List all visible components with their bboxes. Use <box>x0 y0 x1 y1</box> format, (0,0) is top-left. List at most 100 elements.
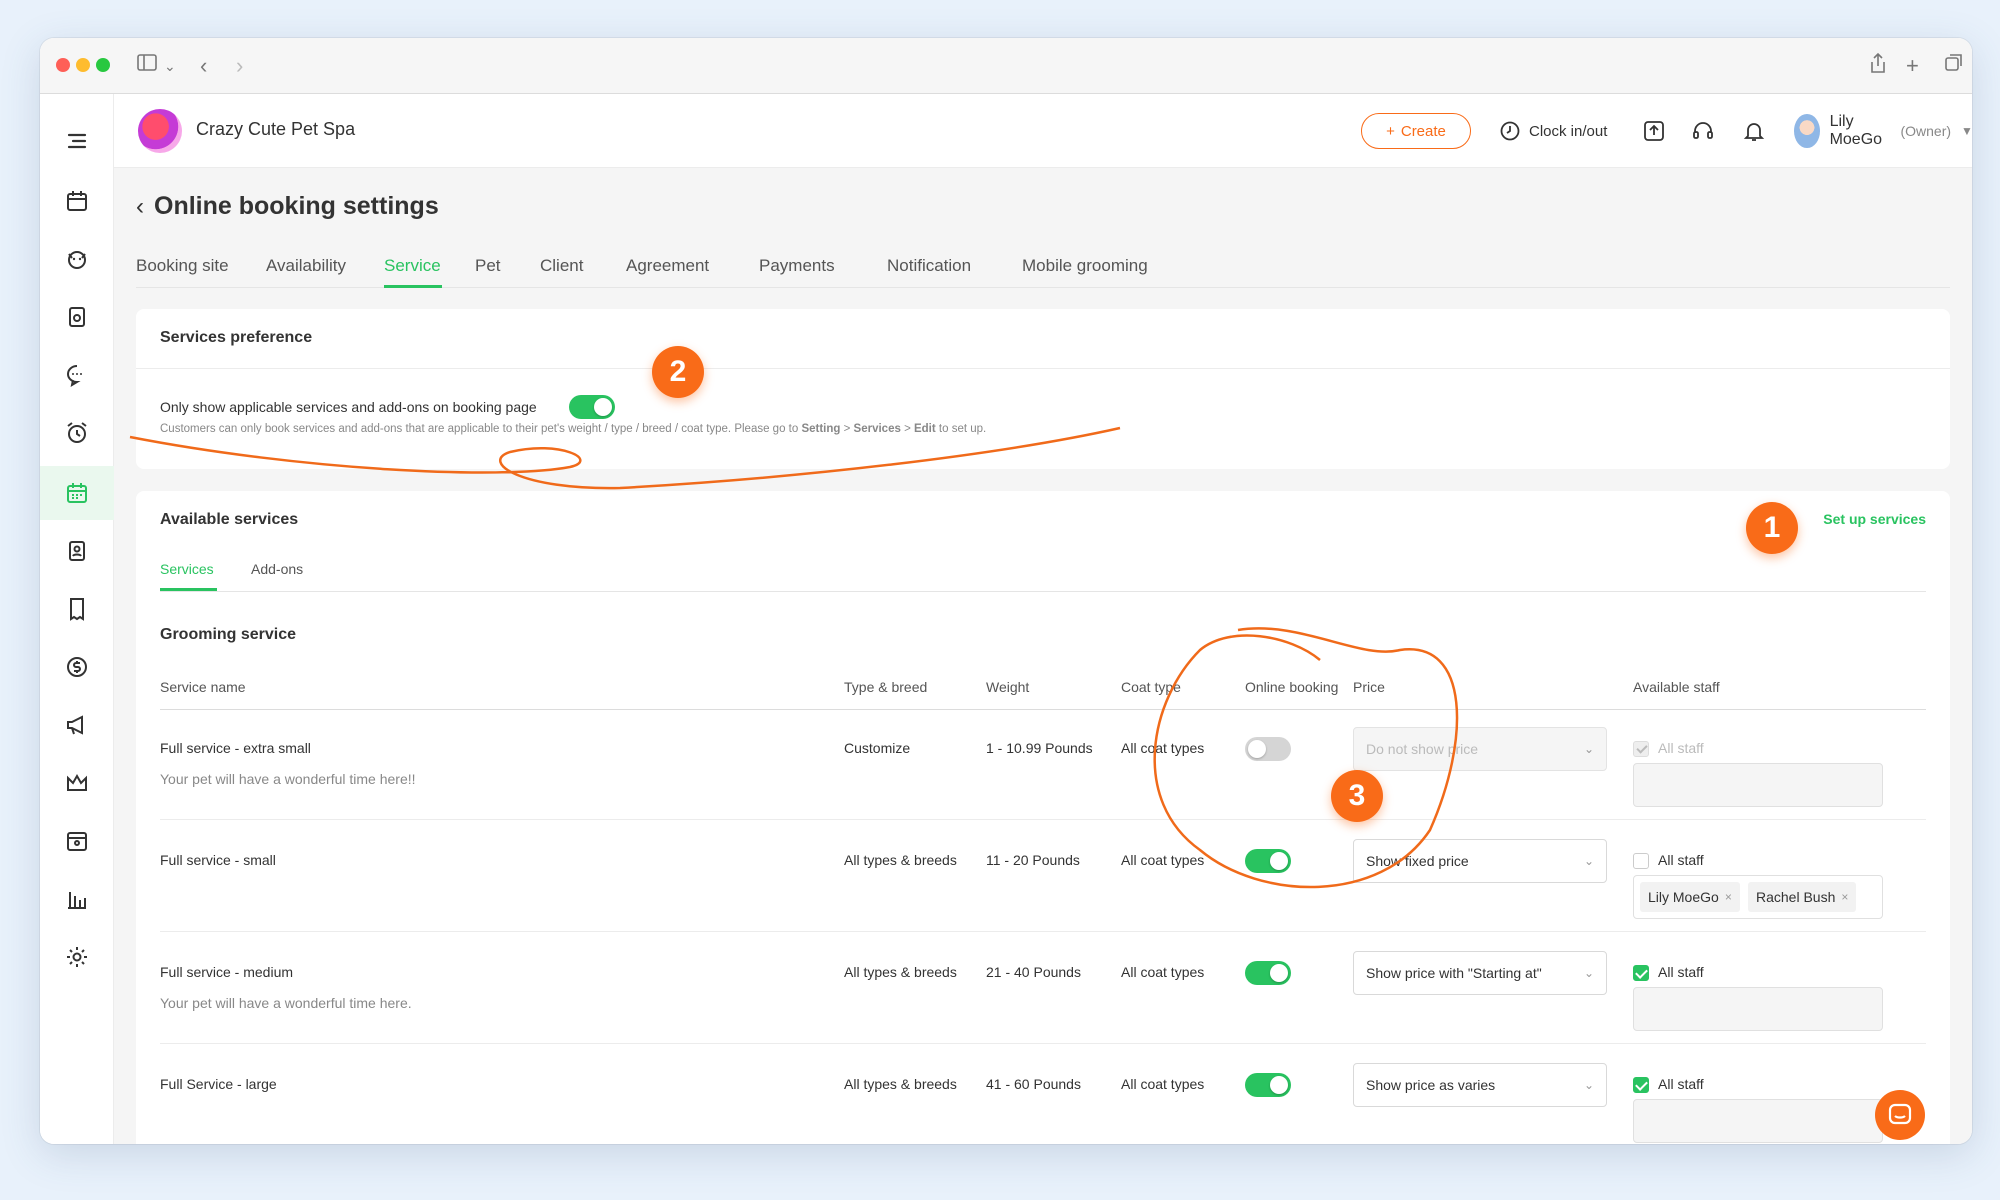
sidebar-item-store[interactable] <box>40 290 114 344</box>
col-price: Price <box>1353 679 1385 695</box>
price-display-select[interactable]: Show price with "Starting at" ⌄ <box>1353 951 1607 995</box>
clock-in-out-button[interactable]: Clock in/out <box>1499 120 1607 142</box>
col-coat-type: Coat type <box>1121 679 1181 695</box>
maximize-window-button[interactable] <box>96 58 110 72</box>
page-title: ‹ Online booking settings <box>136 192 439 221</box>
sidebar-item-online-booking[interactable] <box>40 466 114 520</box>
price-display-value: Do not show price <box>1366 741 1479 757</box>
app-sidebar <box>40 94 114 1144</box>
share-icon[interactable] <box>1868 52 1888 81</box>
subtab-add-ons[interactable]: Add-ons <box>251 561 303 577</box>
price-display-select[interactable]: Show price as varies ⌄ <box>1353 1063 1607 1107</box>
staff-select[interactable] <box>1633 1099 1883 1143</box>
user-menu[interactable]: Lily MoeGo (Owner) ▼ <box>1794 113 1972 149</box>
chevron-down-icon: ⌄ <box>1583 854 1594 868</box>
minimize-window-button[interactable] <box>76 58 90 72</box>
tab-booking-site[interactable]: Booking site <box>136 256 229 276</box>
service-name: Full service - small <box>160 852 276 868</box>
staff-tag[interactable]: Lily MoeGo × <box>1640 882 1740 912</box>
help-text-suffix: to set up. <box>935 423 987 435</box>
menu-icon[interactable] <box>40 114 114 168</box>
staff-select[interactable]: Lily MoeGo × Rachel Bush × <box>1633 875 1883 919</box>
set-up-services-link[interactable]: Set up services <box>1823 511 1926 527</box>
sidebar-item-marketing[interactable] <box>40 698 114 752</box>
tab-agreement[interactable]: Agreement <box>626 256 709 276</box>
online-booking-toggle[interactable] <box>1245 1073 1291 1097</box>
col-weight: Weight <box>986 679 1030 695</box>
service-description: Your pet will have a wonderful time here… <box>160 771 416 787</box>
sidebar-toggle-icon[interactable] <box>136 52 158 81</box>
settings-icon <box>67 947 87 967</box>
sidebar-item-invoices[interactable] <box>40 582 114 636</box>
tab-payments[interactable]: Payments <box>759 256 835 276</box>
tab-mobile-grooming[interactable]: Mobile grooming <box>1022 256 1148 276</box>
chevron-down-icon[interactable]: ⌄ <box>164 52 176 80</box>
upload-icon[interactable] <box>1642 119 1666 143</box>
help-separator: > <box>840 423 854 435</box>
tab-notification[interactable]: Notification <box>887 256 971 276</box>
receipt-icon <box>70 598 84 621</box>
sidebar-item-pets[interactable] <box>40 232 114 286</box>
all-staff-checkbox[interactable] <box>1633 965 1649 981</box>
tab-pet[interactable]: Pet <box>475 256 501 276</box>
applicable-services-help: Customers can only book services and add… <box>160 423 986 435</box>
calendar-icon <box>67 191 87 211</box>
annotation-badge-3: 3 <box>1331 770 1383 822</box>
user-role: (Owner) <box>1900 123 1952 139</box>
sidebar-item-calendar[interactable] <box>40 174 114 228</box>
report-icon <box>68 892 86 909</box>
sidebar-item-reports[interactable] <box>40 872 114 926</box>
type-breed[interactable]: Customize <box>844 740 910 756</box>
services-preference-card: Services preference Only show applicable… <box>136 309 1950 469</box>
forward-icon[interactable]: › <box>236 52 243 80</box>
back-icon[interactable]: ‹ <box>200 52 207 80</box>
online-booking-toggle[interactable] <box>1245 849 1291 873</box>
all-staff-checkbox[interactable] <box>1633 853 1649 869</box>
tab-client[interactable]: Client <box>540 256 583 276</box>
type-breed: All types & breeds <box>844 852 957 868</box>
sidebar-item-membership[interactable] <box>40 756 114 810</box>
type-breed: All types & breeds <box>844 964 957 980</box>
remove-tag-icon[interactable]: × <box>1841 890 1848 904</box>
applicable-services-toggle[interactable] <box>569 395 615 419</box>
dollar-icon <box>67 657 87 677</box>
subtab-services[interactable]: Services <box>160 561 214 577</box>
online-booking-toggle[interactable] <box>1245 737 1291 761</box>
sidebar-item-reminders[interactable] <box>40 406 114 460</box>
sidebar-item-messages[interactable] <box>40 348 114 402</box>
all-staff-checkbox[interactable] <box>1633 741 1649 757</box>
sidebar-item-payments[interactable] <box>40 640 114 694</box>
crown-icon <box>67 773 87 791</box>
col-available-staff: Available staff <box>1633 679 1720 695</box>
staff-select[interactable] <box>1633 987 1883 1031</box>
sidebar-item-settings[interactable] <box>40 930 114 984</box>
sidebar-item-retail[interactable] <box>40 814 114 868</box>
business-logo[interactable] <box>138 109 182 153</box>
headset-icon[interactable] <box>1691 119 1715 143</box>
tab-service[interactable]: Service <box>384 256 441 276</box>
browser-window: ⌄ ‹ › + Crazy Cute Pet Spa + Create Cloc… <box>40 38 1972 1144</box>
tabs-overview-icon[interactable] <box>1944 52 1964 80</box>
new-tab-icon[interactable]: + <box>1906 52 1919 80</box>
price-display-select[interactable]: Show fixed price ⌄ <box>1353 839 1607 883</box>
app-header: Crazy Cute Pet Spa + Create Clock in/out… <box>114 94 1972 168</box>
online-booking-toggle[interactable] <box>1245 961 1291 985</box>
chat-support-button[interactable] <box>1875 1090 1925 1140</box>
available-services-title: Available services <box>160 511 299 528</box>
bell-icon[interactable] <box>1742 119 1766 143</box>
sidebar-item-staff[interactable] <box>40 524 114 578</box>
all-staff-label: All staff <box>1658 852 1704 868</box>
staff-tag[interactable]: Rachel Bush × <box>1748 882 1857 912</box>
staff-select[interactable] <box>1633 763 1883 807</box>
tab-availability[interactable]: Availability <box>266 256 346 276</box>
coat-type: All coat types <box>1121 1076 1205 1092</box>
remove-tag-icon[interactable]: × <box>1725 890 1732 904</box>
chevron-down-icon: ⌄ <box>1583 742 1594 756</box>
close-window-button[interactable] <box>56 58 70 72</box>
all-staff-checkbox[interactable] <box>1633 1077 1649 1093</box>
create-button[interactable]: + Create <box>1361 113 1471 149</box>
business-name[interactable]: Crazy Cute Pet Spa <box>196 119 355 140</box>
weight: 21 - 40 Pounds <box>986 964 1081 980</box>
price-display-select[interactable]: Do not show price ⌄ <box>1353 727 1607 771</box>
back-chevron-icon[interactable]: ‹ <box>136 193 144 221</box>
